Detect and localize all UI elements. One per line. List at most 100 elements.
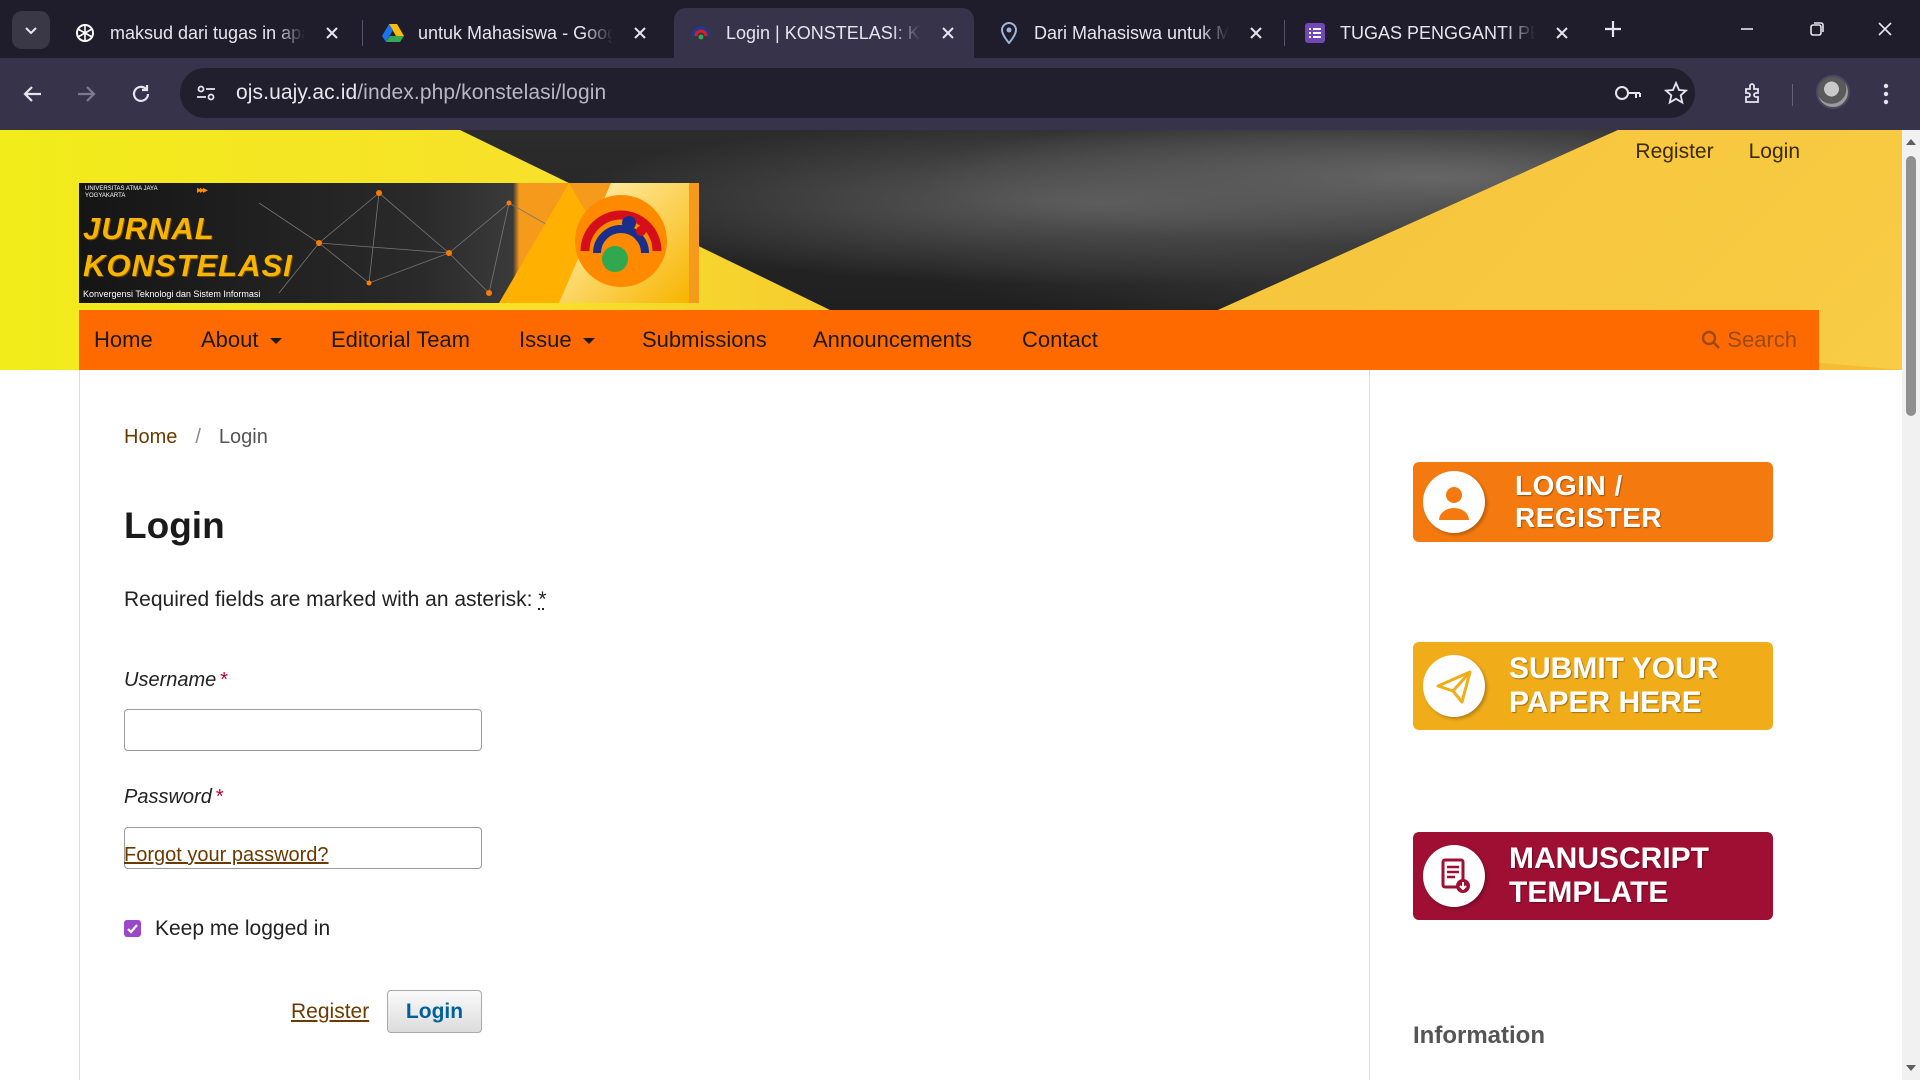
konstelasi-icon [690,22,712,44]
primary-navigation: Home About Editorial Team Issue Submissi… [79,310,1819,370]
profile-avatar[interactable] [1816,75,1850,109]
nav-submissions[interactable]: Submissions [642,310,767,370]
page-viewport: Register Login UNIVERSITAS ATMA JAYA YOG… [0,130,1902,1080]
header-login-link[interactable]: Login [1749,140,1800,164]
keep-logged-in-checkbox[interactable] [124,920,141,937]
close-icon[interactable] [323,23,342,43]
tab-title: untuk Mahasiswa - Google Drive [418,22,613,43]
restore-button[interactable] [1794,12,1840,46]
information-heading: Information [1413,1022,1545,1049]
breadcrumb: Home / Login [124,426,268,449]
forgot-password-link[interactable]: Forgot your password? [124,844,329,867]
close-window-button[interactable] [1862,12,1908,46]
breadcrumb-current: Login [218,426,268,448]
google-drive-icon [382,22,404,44]
tab-konstelasi-login[interactable]: Login | KONSTELASI: Konvergensi [674,8,974,58]
password-label: Password * [124,786,224,809]
logo-tagline: Konvergensi Teknologi dan Sistem Informa… [83,289,261,299]
back-button[interactable] [15,76,51,112]
template-line2: TEMPLATE [1509,876,1669,909]
nav-announcements[interactable]: Announcements [813,310,972,370]
nav-search[interactable]: Search [1701,310,1797,370]
required-fields-note: Required fields are marked with an aster… [124,588,547,612]
plus-icon [1605,21,1621,37]
manuscript-template-banner[interactable]: MANUSCRIPT TEMPLATE [1413,832,1773,920]
site-info-icon[interactable] [186,73,226,113]
password-label-text: Password [124,786,212,808]
paper-plane-icon [1423,655,1485,717]
nav-about[interactable]: About [201,310,282,370]
tab-title: maksud dari tugas in apa [110,22,305,43]
breadcrumb-home-link[interactable]: Home [124,426,177,449]
kebab-menu-icon [1883,83,1889,105]
restore-icon [1810,22,1824,36]
url-host: ojs.uajy.ac.id [236,81,358,104]
caret-down-icon [269,338,282,344]
nav-contact[interactable]: Contact [1022,310,1098,370]
main-content: Home / Login Login Required fields are m… [79,370,1370,1080]
user-links: Register Login [1635,140,1800,164]
konstelasi-emblem-icon [575,195,667,287]
extensions-button[interactable] [1736,76,1772,112]
bookmark-star-icon[interactable] [1658,75,1694,111]
toolbar-divider [1792,84,1793,106]
arrow-left-icon [23,86,41,102]
tab-separator [1284,20,1285,46]
checkmark-icon [127,924,138,934]
new-tab-button[interactable] [1598,14,1628,44]
submit-line2: PAPER HERE [1509,686,1702,719]
browser-menu-button[interactable] [1868,76,1904,112]
arrow-right-icon [78,86,96,102]
logo-title-line2: KONSTELASI [83,248,293,283]
header-register-link[interactable]: Register [1635,140,1713,164]
breadcrumb-separator: / [195,426,201,448]
manuscript-template-label: MANUSCRIPT TEMPLATE [1509,842,1709,910]
nav-home[interactable]: Home [94,310,153,370]
url-text: ojs.uajy.ac.id/index.php/konstelasi/logi… [236,81,606,105]
password-key-icon[interactable] [1610,75,1646,111]
minimize-button[interactable] [1724,12,1770,46]
username-input[interactable] [124,709,482,751]
scrollbar-thumb[interactable] [1906,156,1916,416]
tab-separator [362,20,363,46]
keep-logged-in-label[interactable]: Keep me logged in [155,917,330,941]
sidebar: LOGIN / REGISTER SUBMIT YOUR PAPER HERE M… [1370,370,1902,1080]
close-icon[interactable] [631,23,650,43]
nav-label: Home [94,327,153,352]
nav-label: Editorial Team [331,327,470,352]
tab-chatgpt[interactable]: maksud dari tugas in apa [58,8,358,58]
scroll-up-arrow-icon[interactable] [1905,136,1917,148]
reload-icon [132,85,150,102]
tab-google-forms[interactable]: TUGAS PENGGANTI PERTEMUAN [1288,8,1588,58]
nav-label: Issue [519,327,572,352]
google-forms-icon [1304,22,1326,44]
search-icon [1702,330,1721,349]
close-icon[interactable] [1247,23,1266,43]
page-title: Login [124,505,225,546]
register-link[interactable]: Register [291,1000,369,1024]
submit-paper-banner[interactable]: SUBMIT YOUR PAPER HERE [1413,642,1773,730]
login-button[interactable]: Login [387,990,482,1033]
nav-label: Submissions [642,327,767,352]
nav-label: About [201,327,259,352]
username-label-text: Username [124,669,217,691]
required-asterisk: * [538,588,547,611]
reload-button[interactable] [123,76,159,112]
journal-logo[interactable]: UNIVERSITAS ATMA JAYA YOGYAKARTA ▸▸▸ JUR… [79,183,699,303]
puzzle-icon [1745,83,1759,103]
tab-google-drive[interactable]: untuk Mahasiswa - Google Drive [366,8,666,58]
nav-editorial-team[interactable]: Editorial Team [331,310,470,370]
tab-search-button[interactable] [12,11,50,49]
tab-title: Dari Mahasiswa untuk Mahasiswa [1034,22,1229,43]
nav-issue[interactable]: Issue [519,310,595,370]
page-scrollbar[interactable] [1902,130,1920,1080]
scroll-down-arrow-icon[interactable] [1905,1062,1917,1074]
forward-button[interactable] [68,76,104,112]
login-register-banner[interactable]: LOGIN / REGISTER [1413,462,1773,542]
close-icon [1878,22,1892,36]
address-bar[interactable]: ojs.uajy.ac.id/index.php/konstelasi/logi… [180,68,1695,118]
tab-maps[interactable]: Dari Mahasiswa untuk Mahasiswa [982,8,1282,58]
close-icon[interactable] [1553,23,1572,43]
nav-label: Contact [1022,327,1098,352]
close-icon[interactable] [939,23,958,43]
